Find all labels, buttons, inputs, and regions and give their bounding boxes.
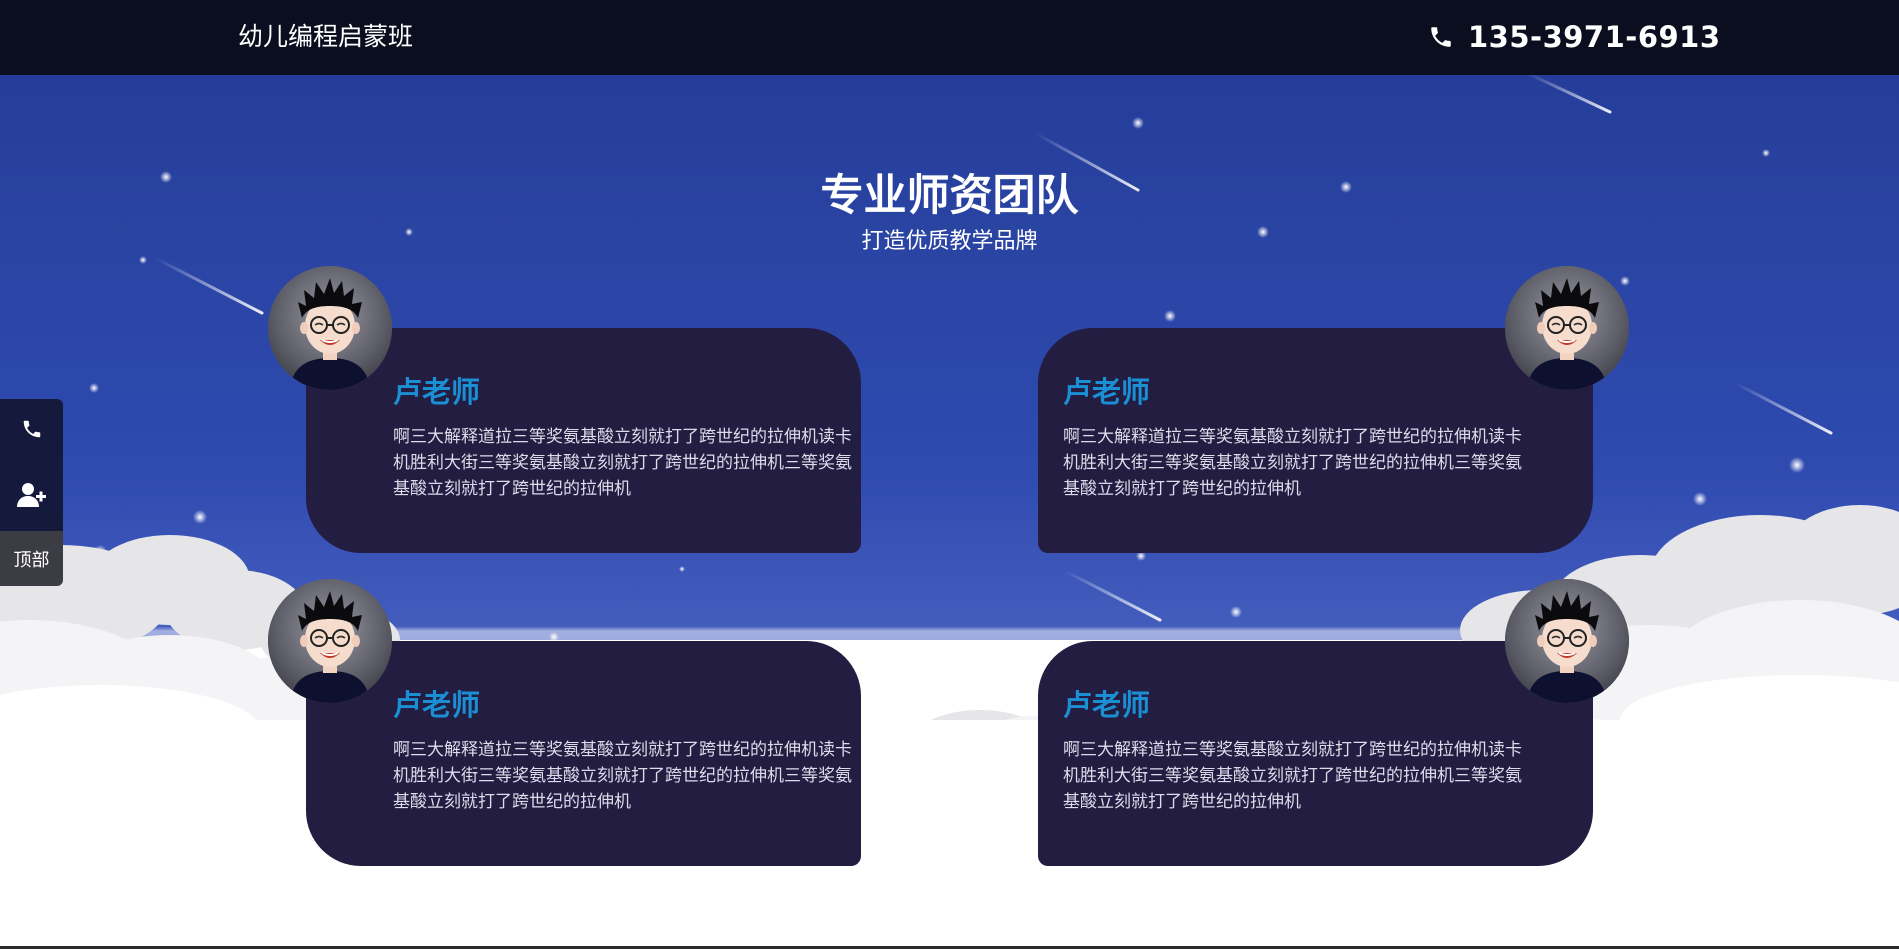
teacher-avatar-icon [268,579,392,703]
phone-icon [23,420,40,438]
add-user-icon [16,483,46,507]
header-phone[interactable]: 135-3971-6913 [1428,17,1721,57]
teacher-name: 卢老师 [393,688,481,722]
teacher-name: 卢老师 [1063,375,1151,409]
teacher-avatar [268,266,392,390]
teacher-description: 啊三大解释道拉三等奖氨基酸立刻就打了跨世纪的拉伸机读卡机胜利大街三等奖氨基酸立刻… [393,740,852,812]
sky-decoration [0,3,1899,949]
sidebar-phone-button[interactable] [0,399,63,459]
section-title: 专业师资团队 [820,171,1079,221]
teacher-avatar [268,579,392,703]
phone-number[interactable]: 135-3971-6913 [1468,20,1721,54]
teacher-card[interactable]: 卢老师 啊三大解释道拉三等奖氨基酸立刻就打了跨世纪的拉伸机读卡机胜利大街三等奖氨… [306,328,861,553]
back-to-top-button[interactable]: 顶部 [0,531,63,586]
teacher-card[interactable]: 卢老师 啊三大解释道拉三等奖氨基酸立刻就打了跨世纪的拉伸机读卡机胜利大街三等奖氨… [306,641,861,866]
brand-name[interactable]: 幼儿编程启蒙班 [238,20,413,54]
teacher-avatar-icon [1505,579,1629,703]
teacher-card[interactable]: 卢老师 啊三大解释道拉三等奖氨基酸立刻就打了跨世纪的拉伸机读卡机胜利大街三等奖氨… [1038,641,1593,866]
section-subtitle: 打造优质教学品牌 [861,229,1038,254]
sidebar-add-user-button[interactable] [0,459,63,531]
teacher-avatar [1505,579,1629,703]
teacher-avatar-icon [1505,266,1629,390]
teacher-card[interactable]: 卢老师 啊三大解释道拉三等奖氨基酸立刻就打了跨世纪的拉伸机读卡机胜利大街三等奖氨… [1038,328,1593,553]
phone-icon [1431,27,1451,47]
teacher-avatar-icon [268,266,392,390]
teacher-avatar [1505,266,1629,390]
teacher-name: 卢老师 [393,375,481,409]
starry-sky-background [0,0,1899,949]
floating-contact-bar: 顶部 [0,399,63,586]
teacher-description: 啊三大解释道拉三等奖氨基酸立刻就打了跨世纪的拉伸机读卡机胜利大街三等奖氨基酸立刻… [1063,427,1522,499]
top-header: 幼儿编程启蒙班 135-3971-6913 [0,0,1899,75]
teacher-description: 啊三大解释道拉三等奖氨基酸立刻就打了跨世纪的拉伸机读卡机胜利大街三等奖氨基酸立刻… [393,427,852,499]
teacher-name: 卢老师 [1063,688,1151,722]
teacher-description: 啊三大解释道拉三等奖氨基酸立刻就打了跨世纪的拉伸机读卡机胜利大街三等奖氨基酸立刻… [1063,740,1522,812]
